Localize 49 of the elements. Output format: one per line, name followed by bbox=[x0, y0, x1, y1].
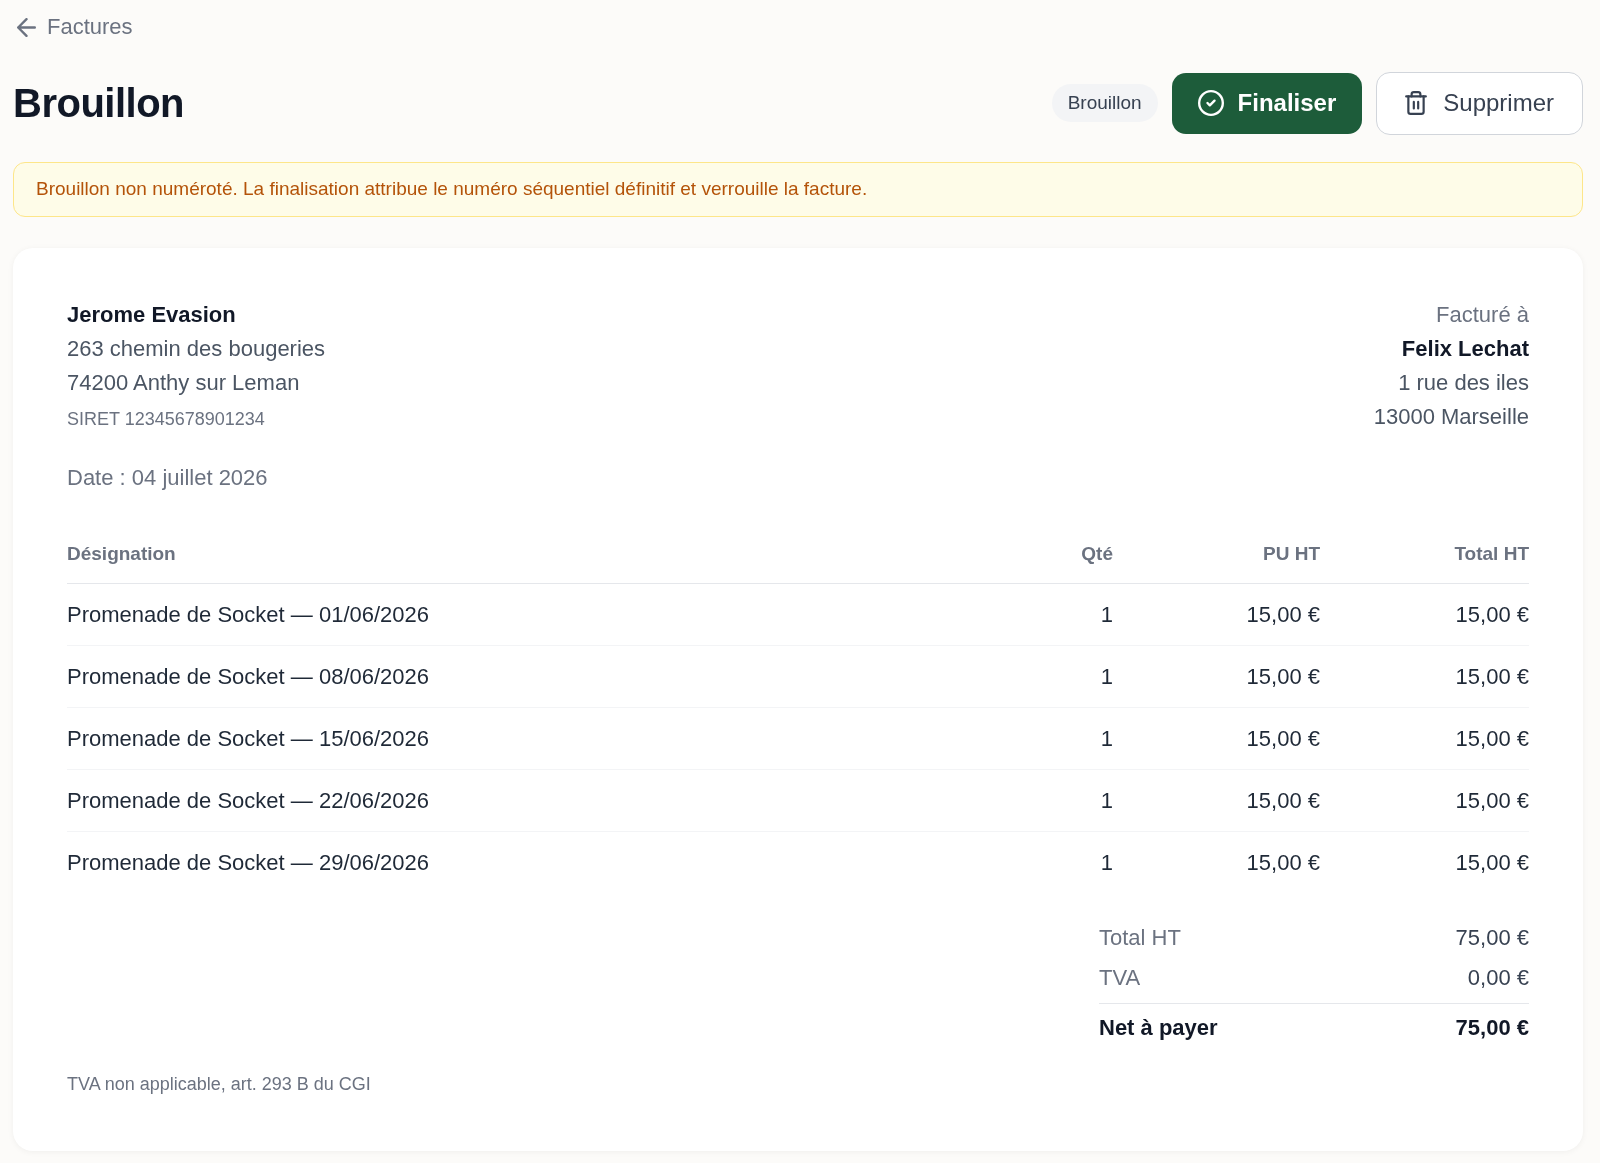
table-cell-text: 1 bbox=[1100, 786, 1113, 815]
check-circle-icon bbox=[1197, 90, 1224, 116]
finalize-button[interactable]: Finaliser bbox=[1171, 72, 1363, 134]
issuer-address: 263 chemin des bougeries bbox=[67, 335, 326, 363]
table-cell-text: 15,00 € bbox=[1455, 662, 1529, 691]
table-cell-text: Promenade de Socket — 15/06/2026 bbox=[67, 724, 430, 753]
issuer-siret: SIRET 12345678901234 bbox=[67, 408, 266, 431]
table-cell-text: 1 bbox=[1100, 662, 1113, 691]
arrow-left-icon bbox=[17, 17, 36, 37]
billed-to-heading: Facturé à bbox=[1436, 301, 1529, 329]
table-cell-text: 1 bbox=[1100, 724, 1113, 753]
table-cell-text: 15,00 € bbox=[1246, 849, 1320, 877]
total-label: Total HT bbox=[1099, 924, 1181, 952]
table-cell-text: 15,00 € bbox=[1246, 724, 1320, 753]
client-name: Felix Lechat bbox=[1401, 335, 1529, 363]
table-cell-text: 15,00 € bbox=[1455, 600, 1529, 629]
table-cell-text: Promenade de Socket — 29/06/2026 bbox=[67, 849, 430, 877]
table-cell-text: 15,00 € bbox=[1455, 786, 1529, 815]
client-address: 13000 Marseille bbox=[1373, 403, 1529, 431]
table-cell-text: 1 bbox=[1100, 600, 1113, 629]
status-badge: Brouillon bbox=[1051, 84, 1158, 122]
draft-notice: Brouillon non numéroté. La finalisation attribue le numéro séquentiel définitif et verrouille la facture. bbox=[13, 162, 1583, 217]
vat-note: TVA non applicable, art. 293 B du CGI bbox=[67, 1073, 372, 1096]
table-cell-text: 15,00 € bbox=[1455, 724, 1529, 753]
issuer-name: Jerome Evasion bbox=[67, 301, 237, 329]
net-total-value: 75,00 € bbox=[1455, 1014, 1529, 1042]
column-header: PU HT bbox=[1263, 542, 1320, 566]
table-cell-text: 15,00 € bbox=[1246, 662, 1320, 691]
delete-button[interactable]: Supprimer bbox=[1376, 71, 1583, 135]
column-header: Total HT bbox=[1454, 542, 1529, 566]
back-link[interactable]: Factures bbox=[17, 14, 133, 40]
table-cell-text: 15,00 € bbox=[1246, 600, 1320, 629]
total-value: 0,00 € bbox=[1467, 964, 1529, 992]
column-header: Qté bbox=[1081, 542, 1113, 566]
table-cell-text: Promenade de Socket — 08/06/2026 bbox=[67, 662, 430, 691]
net-total-label: Net à payer bbox=[1099, 1014, 1218, 1042]
table-cell-text: Promenade de Socket — 22/06/2026 bbox=[67, 786, 430, 815]
table-cell-text: 15,00 € bbox=[1455, 849, 1529, 877]
total-value: 75,00 € bbox=[1455, 924, 1529, 952]
table-cell-text: 15,00 € bbox=[1246, 786, 1320, 815]
total-label: TVA bbox=[1099, 964, 1141, 992]
table-cell-text: 1 bbox=[1100, 849, 1113, 877]
trash-icon bbox=[1405, 91, 1428, 115]
issuer-address: 74200 Anthy sur Leman bbox=[67, 369, 301, 397]
table-cell-text: Promenade de Socket — 01/06/2026 bbox=[67, 600, 430, 629]
column-header: Désignation bbox=[67, 542, 176, 566]
invoice-date: Date : 04 juillet 2026 bbox=[67, 464, 269, 492]
page-title: Brouillon bbox=[13, 80, 185, 127]
client-address: 1 rue des iles bbox=[1398, 369, 1529, 397]
